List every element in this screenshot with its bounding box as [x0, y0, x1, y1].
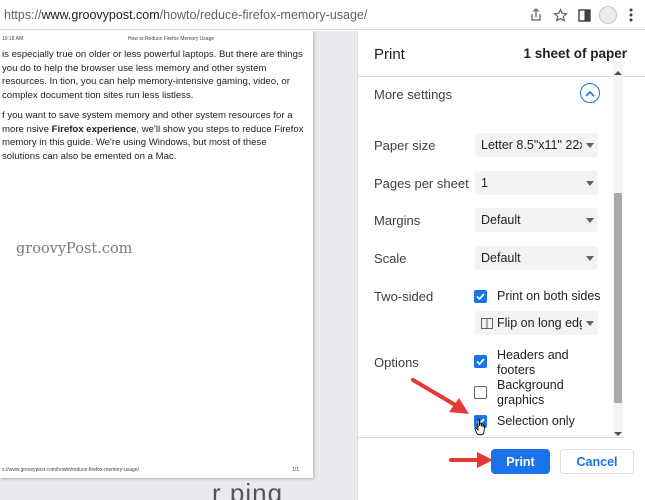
cancel-button[interactable]: Cancel	[560, 449, 634, 474]
print-title: Print	[374, 46, 405, 63]
page-footer-url: s://www.groovypost.com/howto/reduce-fire…	[2, 467, 139, 473]
divider	[358, 76, 645, 77]
scroll-down-arrow-icon[interactable]	[614, 425, 622, 436]
pages-per-sheet-label: Pages per sheet	[374, 176, 469, 191]
scale-label: Scale	[374, 251, 407, 266]
share-icon[interactable]	[527, 6, 545, 24]
page-footer-number: 1/1	[292, 467, 299, 473]
print-preview-page: 10:18 AM How to Reduce Firefox Memory Us…	[0, 31, 313, 478]
flip-edge-select[interactable]: Flip on long edg	[475, 311, 598, 335]
url-text[interactable]: https://www.groovypost.com/howto/reduce-…	[4, 8, 367, 22]
caret-down-icon	[582, 320, 598, 326]
avatar[interactable]	[599, 6, 617, 24]
chevron-up-icon	[585, 90, 595, 97]
sheet-count: 1 sheet of paper	[523, 46, 627, 61]
headers-footers-label[interactable]: Headers and footers	[497, 348, 569, 378]
caret-down-icon	[582, 255, 598, 261]
background-page-text: r ping	[212, 478, 284, 500]
caret-down-icon	[582, 217, 598, 223]
scrollbar-thumb[interactable]	[614, 193, 622, 403]
collapse-more-settings-button[interactable]	[580, 83, 600, 103]
print-settings-panel: Print 1 sheet of paper More settings Pap…	[357, 31, 645, 500]
paper-size-select[interactable]: Letter 8.5"x11" 22x	[475, 133, 598, 157]
scale-select[interactable]: Default	[475, 246, 598, 270]
checkmark-icon	[476, 358, 485, 366]
url-path: /howto/reduce-firefox-memory-usage/	[159, 8, 368, 22]
watermark-logo: groovyPost.com	[16, 241, 133, 257]
background-graphics-checkbox[interactable]	[474, 386, 487, 399]
caret-down-icon	[582, 142, 598, 148]
print-button[interactable]: Print	[491, 449, 550, 474]
print-both-sides-label[interactable]: Print on both sides	[497, 289, 601, 304]
annotation-arrow-icon	[411, 378, 469, 414]
print-both-sides-checkbox[interactable]	[474, 290, 487, 303]
caret-down-icon	[582, 180, 598, 186]
address-bar[interactable]: https://www.groovypost.com/howto/reduce-…	[0, 0, 645, 30]
page-header-title: How to Reduce Firefox Memory Usage	[128, 36, 215, 42]
more-vert-icon[interactable]	[622, 6, 640, 24]
url-host: www.groovypost.com	[41, 8, 160, 22]
scroll-up-arrow-icon[interactable]	[614, 64, 622, 75]
page-paragraph-1: is especially true on older or less powe…	[2, 49, 303, 101]
flip-icon	[481, 317, 497, 329]
more-settings-label[interactable]: More settings	[374, 87, 452, 102]
star-icon[interactable]	[551, 6, 569, 24]
footer-divider	[358, 437, 624, 438]
background-graphics-label[interactable]: Background graphics	[497, 378, 564, 408]
margins-select[interactable]: Default	[475, 208, 598, 232]
hand-cursor-icon	[474, 418, 486, 436]
pages-per-sheet-select[interactable]: 1	[475, 171, 598, 195]
checkmark-icon	[476, 293, 485, 301]
margins-label: Margins	[374, 213, 421, 228]
two-sided-label: Two-sided	[374, 289, 434, 304]
page-paragraph-2: f you want to save system memory and oth…	[2, 110, 304, 162]
headers-footers-checkbox[interactable]	[474, 355, 487, 368]
selection-only-label[interactable]: Selection only	[497, 414, 575, 429]
page-header-time: 10:18 AM	[2, 36, 24, 42]
options-label: Options	[374, 355, 419, 370]
paper-size-label: Paper size	[374, 138, 436, 153]
url-scheme: https://	[4, 8, 42, 22]
sidebar-icon[interactable]	[575, 6, 593, 24]
annotation-arrow-icon	[449, 452, 493, 468]
